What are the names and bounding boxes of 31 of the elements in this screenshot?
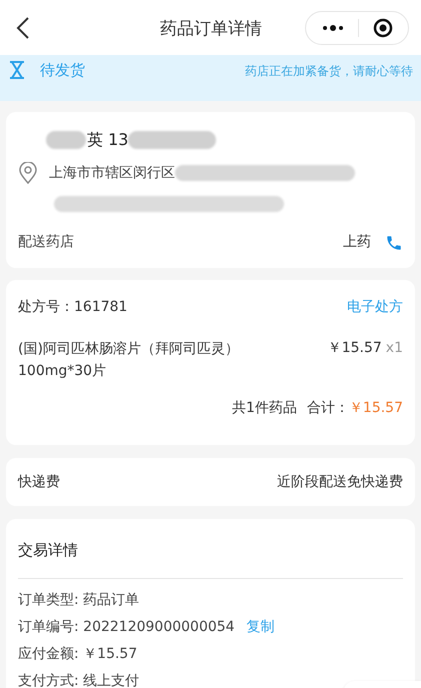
total-label: 合计： xyxy=(306,399,349,418)
status-message: 药店正在加紧备货，请耐心等待 xyxy=(245,63,413,80)
detail-row-text: 订单类型: 药品订单 xyxy=(18,590,140,610)
capsule-menu[interactable] xyxy=(305,10,409,44)
back-icon[interactable] xyxy=(16,16,30,40)
redaction-bar xyxy=(46,131,86,149)
e-prescription-link[interactable]: 电子处方 xyxy=(347,297,403,318)
page-title: 药品订单详情 xyxy=(160,18,262,41)
shipping-label: 快递费 xyxy=(18,472,60,492)
location-pin-icon xyxy=(18,162,38,184)
detail-row-text: 支付方式: 线上支付 xyxy=(18,672,140,688)
section-title: 交易详情 xyxy=(18,540,79,561)
hourglass-icon xyxy=(8,60,26,80)
detail-row-text: 应付金额: ￥15.57 xyxy=(18,644,138,664)
pharmacy-name: 上药 xyxy=(343,233,371,252)
record-icon[interactable] xyxy=(373,18,393,38)
recipient-name: 英 13 xyxy=(87,129,128,151)
item-count: 共1件药品 xyxy=(232,399,297,418)
drug-name: (国)阿司匹林肠溶片（拜阿司匹灵）100mg*30片 xyxy=(18,340,240,381)
copy-link[interactable]: 复制 xyxy=(246,616,275,638)
order-status: 待发货 xyxy=(40,60,85,81)
drug-price: ￥15.57 xyxy=(328,339,382,358)
total-amount: ￥15.57 xyxy=(348,399,403,418)
drug-quantity: x1 xyxy=(386,339,403,358)
more-icon[interactable] xyxy=(322,24,344,30)
address-text: 上海市市辖区闵行区 xyxy=(49,164,175,182)
prescription-number: 处方号：161781 xyxy=(18,298,128,317)
shipping-value: 近阶段配送免快递费 xyxy=(277,472,403,492)
phone-icon[interactable] xyxy=(385,234,403,252)
detail-row-text: 订单编号: 20221209000000054 xyxy=(18,618,235,636)
pharmacy-label: 配送药店 xyxy=(18,233,74,252)
